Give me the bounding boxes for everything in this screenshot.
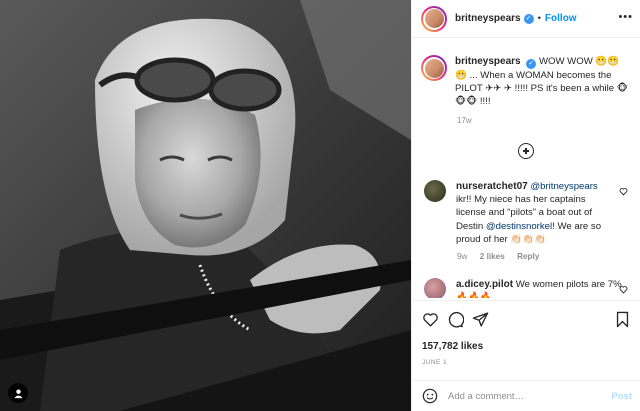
comment-time[interactable]: 9w: [457, 252, 467, 261]
more-options-icon[interactable]: •••: [618, 11, 633, 23]
comment-item: nurseratchet07 @britneyspears ikr!! My n…: [424, 180, 636, 246]
caption-timestamp[interactable]: 17w: [457, 116, 472, 125]
author-avatar[interactable]: [421, 5, 447, 32]
comment-like-heart-icon[interactable]: [619, 285, 628, 294]
comment-text-block: a.dicey.pilot We women pilots are 7% 🔥🔥🔥: [456, 278, 624, 298]
post-caption: britneyspears ✓ WOW WOW 😬😬😬 ... When a W…: [421, 55, 633, 108]
verified-badge-icon: ✓: [526, 59, 537, 69]
commenter-username[interactable]: nurseratchet07: [456, 181, 528, 192]
post-side-panel: britneyspears ✓ • Follow ••• britneyspea…: [411, 0, 640, 411]
post-photo[interactable]: [0, 0, 411, 411]
post-comment-button[interactable]: Post: [611, 391, 632, 402]
comment-likes[interactable]: 2 likes: [480, 252, 505, 261]
comment-meta: 9w 2 likes Reply: [457, 252, 549, 261]
caption-text-block: britneyspears ✓ WOW WOW 😬😬😬 ... When a W…: [455, 55, 631, 108]
aviator-photo: [0, 0, 411, 411]
header-separator: •: [537, 13, 541, 24]
comment-item: a.dicey.pilot We women pilots are 7% 🔥🔥🔥: [424, 278, 636, 298]
caption-avatar[interactable]: [421, 55, 447, 81]
commenter-avatar[interactable]: [424, 180, 446, 202]
save-bookmark-icon[interactable]: [615, 311, 630, 328]
comment-mention[interactable]: @britneyspears: [530, 181, 597, 192]
commenter-username[interactable]: a.dicey.pilot: [456, 279, 513, 290]
post-header: britneyspears ✓ • Follow •••: [412, 0, 640, 38]
instagram-post: britneyspears ✓ • Follow ••• britneyspea…: [0, 0, 640, 411]
post-actions: 157,782 likes JUNE 1: [412, 300, 640, 380]
header-user-row: britneyspears ✓ • Follow: [455, 13, 577, 24]
commenter-avatar[interactable]: [424, 278, 446, 298]
caption-username[interactable]: britneyspears: [455, 56, 521, 67]
tagged-people-button[interactable]: [8, 383, 28, 403]
likes-count[interactable]: 157,782 likes: [422, 341, 483, 352]
comment-input[interactable]: [448, 390, 598, 402]
emoji-smiley-icon[interactable]: [422, 388, 438, 404]
author-username[interactable]: britneyspears: [455, 13, 521, 24]
comment-mention[interactable]: @destinsnorkel: [486, 221, 552, 232]
like-heart-icon[interactable]: [422, 311, 439, 328]
share-paper-plane-icon[interactable]: [472, 311, 489, 328]
comment-text-block: nurseratchet07 @britneyspears ikr!! My n…: [456, 180, 614, 246]
add-comment-bar: Post: [412, 380, 640, 411]
comment-bubble-icon[interactable]: [447, 311, 464, 328]
post-date[interactable]: JUNE 1: [422, 359, 447, 366]
person-tag-icon: [13, 388, 23, 398]
reply-button[interactable]: Reply: [517, 252, 539, 261]
load-more-comments-icon[interactable]: [518, 143, 534, 159]
verified-badge-icon: ✓: [523, 13, 534, 24]
follow-button[interactable]: Follow: [545, 13, 577, 24]
comment-like-heart-icon[interactable]: [619, 187, 628, 196]
